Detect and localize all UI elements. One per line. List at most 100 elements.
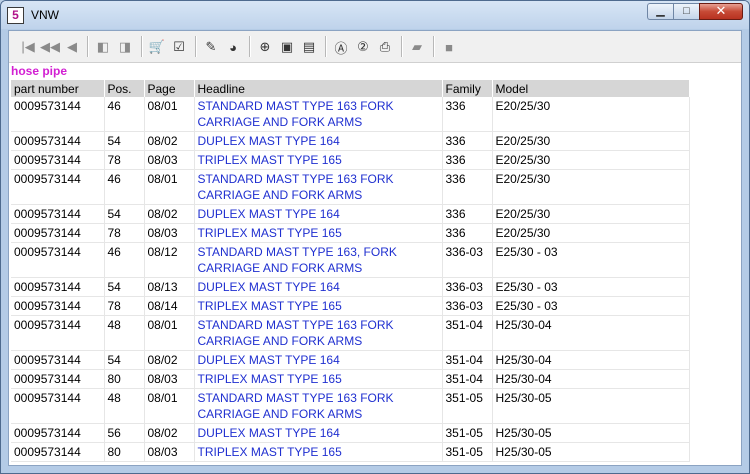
cart-icon[interactable]: 🛒 [147, 37, 167, 57]
table-row[interactable]: 0009573144 46 08/12 STANDARD MAST TYPE 1… [11, 242, 690, 278]
page-cell: 08/03 [144, 442, 195, 462]
table-row[interactable]: 0009573144 80 08/03 TRIPLEX MAST TYPE 16… [11, 442, 690, 462]
toolbar-separator [249, 36, 251, 57]
headline-link[interactable]: STANDARD MAST TYPE 163 FORK CARRIAGE AND… [194, 169, 443, 205]
family-cell: 336 [442, 204, 493, 224]
pos-cell: 54 [104, 350, 145, 370]
table-row[interactable]: 0009573144 56 08/02 DUPLEX MAST TYPE 164… [11, 423, 690, 443]
family-cell: 351-04 [442, 350, 493, 370]
toolbar: |◀ ◀◀ ◀ ◧ ◨ 🛒 ☑ ✎ ◕ ⊕ ▣ ▤ Ⓐ ② ⎙ ▰ ■ [9, 31, 741, 63]
table-row[interactable]: 0009573144 46 08/01 STANDARD MAST TYPE 1… [11, 169, 690, 205]
part-number-cell: 0009573144 [11, 296, 105, 316]
zoom-icon[interactable]: ⊕ [255, 37, 275, 57]
part-number-cell: 0009573144 [11, 315, 105, 351]
column-header-headline[interactable]: Headline [194, 80, 443, 97]
table-row[interactable]: 0009573144 54 08/02 DUPLEX MAST TYPE 164… [11, 131, 690, 151]
pos-cell: 54 [104, 277, 145, 297]
fast-back-icon[interactable]: ◀◀ [40, 37, 60, 57]
family-cell: 351-05 [442, 423, 493, 443]
table-row[interactable]: 0009573144 78 08/03 TRIPLEX MAST TYPE 16… [11, 150, 690, 170]
headline-link[interactable]: DUPLEX MAST TYPE 164 [194, 423, 443, 443]
headline-link[interactable]: DUPLEX MAST TYPE 164 [194, 131, 443, 151]
table-row[interactable]: 0009573144 54 08/13 DUPLEX MAST TYPE 164… [11, 277, 690, 297]
headline-link[interactable]: TRIPLEX MAST TYPE 165 [194, 150, 443, 170]
page-alt-icon[interactable]: ▤ [299, 37, 319, 57]
column-header-page[interactable]: Page [144, 80, 195, 97]
model-cell: E25/30 - 03 [492, 242, 690, 278]
close-button[interactable]: ✕ [699, 3, 743, 20]
page-cell: 08/02 [144, 350, 195, 370]
table-row[interactable]: 0009573144 48 08/01 STANDARD MAST TYPE 1… [11, 388, 690, 424]
pos-cell: 56 [104, 423, 145, 443]
headline-link[interactable]: TRIPLEX MAST TYPE 165 [194, 442, 443, 462]
client-area: |◀ ◀◀ ◀ ◧ ◨ 🛒 ☑ ✎ ◕ ⊕ ▣ ▤ Ⓐ ② ⎙ ▰ ■ hose… [8, 30, 742, 466]
headline-link[interactable]: STANDARD MAST TYPE 163 FORK CARRIAGE AND… [194, 315, 443, 351]
model-cell: E20/25/30 [492, 169, 690, 205]
minimize-button[interactable]: ▁ [647, 3, 673, 20]
notes-icon[interactable]: ▰ [407, 37, 427, 57]
pos-cell: 54 [104, 131, 145, 151]
info-a-icon[interactable]: Ⓐ [331, 37, 351, 57]
part-number-cell: 0009573144 [11, 242, 105, 278]
pos-cell: 54 [104, 204, 145, 224]
family-cell: 336 [442, 223, 493, 243]
part-number-cell: 0009573144 [11, 277, 105, 297]
column-header-model[interactable]: Model [492, 80, 690, 97]
table-row[interactable]: 0009573144 54 08/02 DUPLEX MAST TYPE 164… [11, 204, 690, 224]
app-icon: 5 [7, 7, 24, 24]
help-icon[interactable]: ② [353, 37, 373, 57]
page-cell: 08/01 [144, 315, 195, 351]
headline-link[interactable]: STANDARD MAST TYPE 163, FORK CARRIAGE AN… [194, 242, 443, 278]
headline-link[interactable]: STANDARD MAST TYPE 163 FORK CARRIAGE AND… [194, 97, 443, 132]
table-row[interactable]: 0009573144 46 08/01 STANDARD MAST TYPE 1… [11, 97, 690, 132]
headline-link[interactable]: DUPLEX MAST TYPE 164 [194, 350, 443, 370]
table-row[interactable]: 0009573144 48 08/01 STANDARD MAST TYPE 1… [11, 315, 690, 351]
family-cell: 336 [442, 131, 493, 151]
back-icon[interactable]: ◀ [62, 37, 82, 57]
result-heading: hose pipe [11, 64, 68, 78]
headline-link[interactable]: DUPLEX MAST TYPE 164 [194, 204, 443, 224]
page-cell: 08/03 [144, 369, 195, 389]
column-header-pos[interactable]: Pos. [104, 80, 145, 97]
pos-cell: 46 [104, 169, 145, 205]
table-row[interactable]: 0009573144 54 08/02 DUPLEX MAST TYPE 164… [11, 350, 690, 370]
title-bar[interactable]: 5 VNW ▁ □ ✕ [1, 1, 749, 29]
stop-icon[interactable]: ■ [439, 37, 459, 57]
maximize-button[interactable]: □ [673, 3, 699, 20]
table-body: 0009573144 46 08/01 STANDARD MAST TYPE 1… [11, 97, 690, 462]
headline-link[interactable]: DUPLEX MAST TYPE 164 [194, 277, 443, 297]
model-cell: E25/30 - 03 [492, 277, 690, 297]
part-number-cell: 0009573144 [11, 388, 105, 424]
part-number-cell: 0009573144 [11, 131, 105, 151]
page-icon[interactable]: ▣ [277, 37, 297, 57]
toolbar-separator [87, 36, 89, 57]
model-cell: H25/30-04 [492, 369, 690, 389]
headline-link[interactable]: TRIPLEX MAST TYPE 165 [194, 369, 443, 389]
column-header-family[interactable]: Family [442, 80, 493, 97]
headline-link[interactable]: STANDARD MAST TYPE 163 FORK CARRIAGE AND… [194, 388, 443, 424]
model-cell: H25/30-05 [492, 423, 690, 443]
table-row[interactable]: 0009573144 78 08/14 TRIPLEX MAST TYPE 16… [11, 296, 690, 316]
pen-icon[interactable]: ✎ [201, 37, 221, 57]
family-cell: 351-05 [442, 442, 493, 462]
next-page-icon[interactable]: ◨ [115, 37, 135, 57]
checklist-icon[interactable]: ☑ [169, 37, 189, 57]
page-cell: 08/02 [144, 204, 195, 224]
table-row[interactable]: 0009573144 78 08/03 TRIPLEX MAST TYPE 16… [11, 223, 690, 243]
model-cell: E20/25/30 [492, 97, 690, 132]
print-icon[interactable]: ⎙ [375, 37, 395, 57]
table-row[interactable]: 0009573144 80 08/03 TRIPLEX MAST TYPE 16… [11, 369, 690, 389]
toolbar-separator [401, 36, 403, 57]
page-cell: 08/01 [144, 388, 195, 424]
page-cell: 08/12 [144, 242, 195, 278]
headline-link[interactable]: TRIPLEX MAST TYPE 165 [194, 296, 443, 316]
toolbar-separator [433, 36, 435, 57]
part-number-cell: 0009573144 [11, 223, 105, 243]
prev-page-icon[interactable]: ◧ [93, 37, 113, 57]
model-cell: H25/30-05 [492, 388, 690, 424]
page-cell: 08/01 [144, 169, 195, 205]
globe-icon[interactable]: ◕ [223, 37, 243, 57]
column-header-part-number[interactable]: part number [11, 80, 105, 97]
headline-link[interactable]: TRIPLEX MAST TYPE 165 [194, 223, 443, 243]
first-record-icon[interactable]: |◀ [18, 37, 38, 57]
